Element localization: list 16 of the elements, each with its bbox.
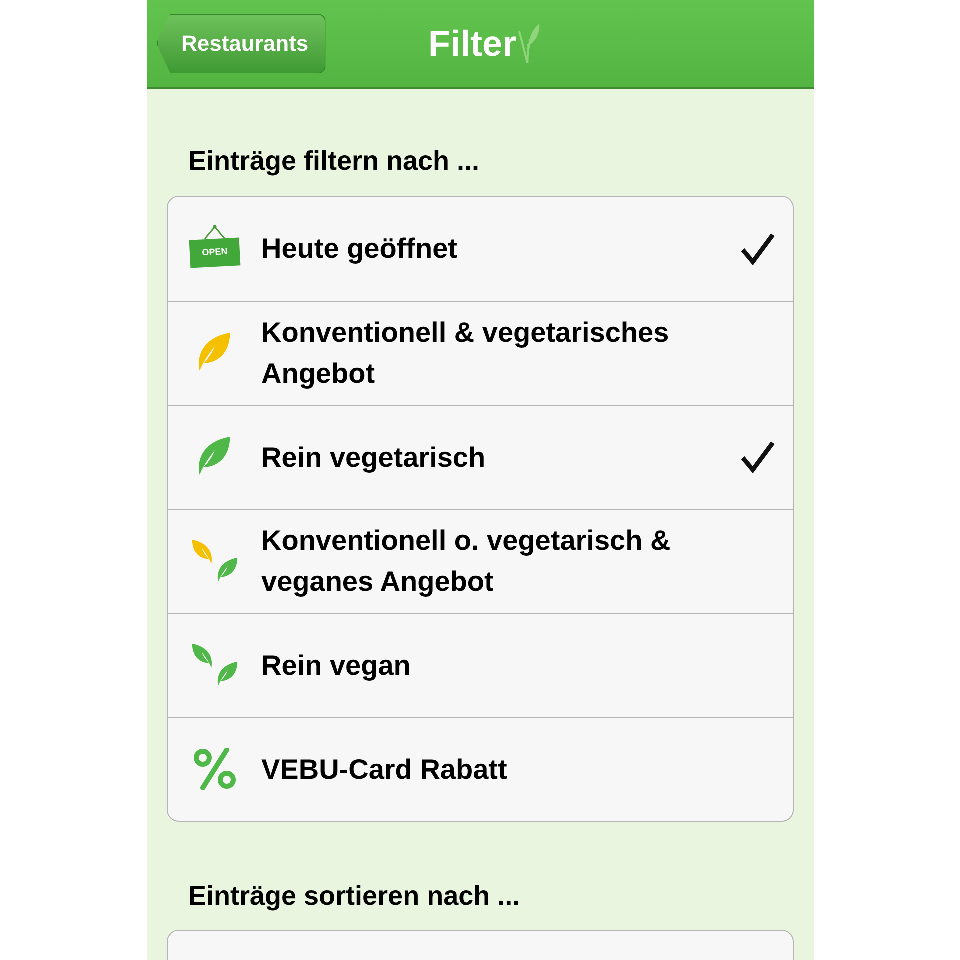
filter-row[interactable]: VEBU-Card Rabatt <box>168 716 792 820</box>
filter-row[interactable]: Konventionell & vegetarisches Angebot <box>168 300 792 404</box>
filter-label: Konventionell o. vegetarisch & veganes Angebot <box>262 524 672 599</box>
section-heading: Einträge filtern nach ... <box>188 145 481 178</box>
filter-row[interactable]: Rein vegan <box>168 612 792 716</box>
section-heading: Einträge sortieren nach ... <box>188 880 522 913</box>
filter-row[interactable]: OPEN Heute geöffnet <box>168 196 792 300</box>
filter-row[interactable]: Rein vegetarisch <box>168 404 792 508</box>
screen-title: Filter <box>428 22 517 66</box>
filter-label: Rein vegan <box>262 648 412 683</box>
percent-icon <box>192 748 236 790</box>
filter-label: VEBU-Card Rabatt <box>262 752 508 786</box>
filter-label: Rein vegetarisch <box>262 440 487 475</box>
filter-label: Heute geöffnet <box>262 232 458 266</box>
filter-row[interactable]: Konventionell o. vegetarisch & veganes Angebot <box>168 508 792 612</box>
filter-label: Konventionell & vegetarisches Angebot <box>262 316 670 391</box>
